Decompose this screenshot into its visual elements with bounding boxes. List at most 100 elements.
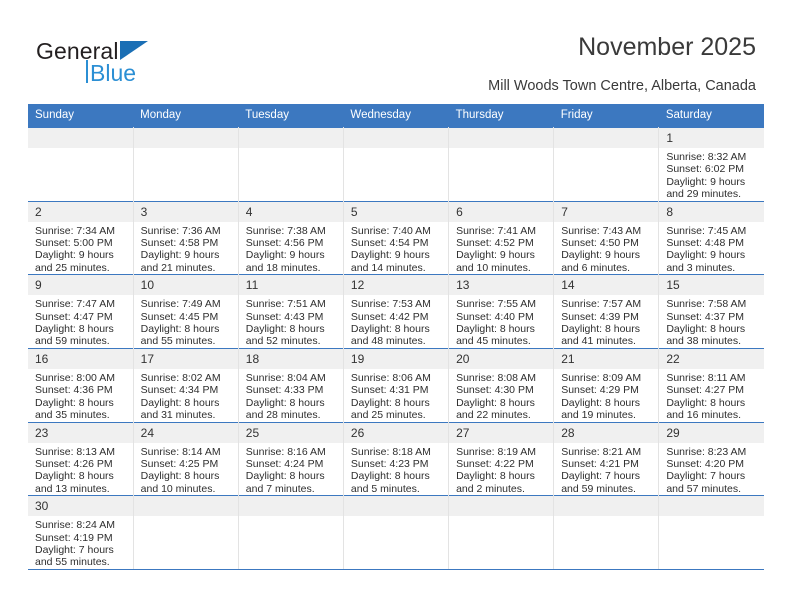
day-sun-info: Sunrise: 7:36 AM Sunset: 4:58 PM Daylight:…: [134, 222, 238, 275]
day-sun-info: Sunrise: 8:08 AM Sunset: 4:30 PM Daylight:…: [449, 369, 553, 422]
daylight-text: Daylight: 9 hours and 21 minutes.: [140, 249, 220, 274]
general-blue-logo[interactable]: General Blue: [36, 38, 196, 90]
calendar-day-cell[interactable]: 25 Sunrise: 8:16 AM Sunset: 4:24 PM Dayligh…: [238, 421, 344, 496]
daylight-text: Daylight: 9 hours and 10 minutes.: [456, 249, 535, 274]
day-sun-info: Sunrise: 8:18 AM Sunset: 4:23 PM Daylight:…: [344, 443, 448, 496]
calendar-day-cell[interactable]: 3 Sunrise: 7:36 AM Sunset: 4:58 PM Daylight…: [133, 200, 239, 275]
calendar-day-cell[interactable]: 9 Sunrise: 7:47 AM Sunset: 4:47 PM Daylight…: [28, 274, 134, 349]
sunset-text: Sunset: 4:52 PM: [456, 237, 534, 250]
weekday-header-tuesday: Tuesday: [238, 104, 344, 128]
calendar-day-cell[interactable]: 10 Sunrise: 7:49 AM Sunset: 4:45 PM Dayligh…: [133, 274, 239, 349]
day-sun-info: Sunrise: 7:57 AM Sunset: 4:39 PM Daylight:…: [554, 295, 658, 348]
calendar-day-cell[interactable]: 27 Sunrise: 8:19 AM Sunset: 4:22 PM Dayligh…: [448, 421, 555, 496]
daylight-text: Daylight: 7 hours and 59 minutes.: [561, 470, 640, 495]
day-number: 12: [343, 275, 449, 296]
daylight-text: Daylight: 8 hours and 10 minutes.: [140, 470, 220, 495]
calendar-grid: Sunday Monday Tuesday Wednesday Thursday…: [28, 104, 764, 570]
logo-text-blue: Blue: [90, 60, 137, 86]
calendar-day-cell[interactable]: 24 Sunrise: 8:14 AM Sunset: 4:25 PM Dayligh…: [133, 421, 239, 496]
day-sun-info: Sunrise: 7:49 AM Sunset: 4:45 PM Daylight:…: [134, 295, 238, 348]
calendar-day-cell[interactable]: 6 Sunrise: 7:41 AM Sunset: 4:52 PM Daylight…: [448, 200, 555, 275]
calendar-cell-empty: [238, 495, 344, 570]
calendar-day-cell[interactable]: 26 Sunrise: 8:18 AM Sunset: 4:23 PM Dayligh…: [343, 421, 450, 496]
calendar-day-cell[interactable]: 15 Sunrise: 7:58 AM Sunset: 4:37 PM Dayligh…: [658, 274, 764, 349]
calendar-day-cell[interactable]: 12 Sunrise: 7:53 AM Sunset: 4:42 PM Dayligh…: [343, 274, 450, 349]
day-sun-info: Sunrise: 7:43 AM Sunset: 4:50 PM Daylight:…: [554, 222, 658, 275]
day-number: [238, 128, 343, 148]
calendar-day-cell[interactable]: 17 Sunrise: 8:02 AM Sunset: 4:34 PM Dayligh…: [133, 347, 239, 422]
day-sun-info: Sunrise: 8:14 AM Sunset: 4:25 PM Daylight:…: [134, 443, 238, 496]
calendar-day-cell[interactable]: 29 Sunrise: 8:23 AM Sunset: 4:20 PM Dayligh…: [658, 421, 764, 496]
sunrise-text: Sunrise: 8:21 AM: [561, 445, 642, 458]
sunrise-text: Sunrise: 8:24 AM: [35, 519, 115, 532]
day-number: 27: [449, 422, 554, 443]
sunrise-text: Sunrise: 8:02 AM: [140, 371, 221, 384]
calendar-day-cell[interactable]: 19 Sunrise: 8:06 AM Sunset: 4:31 PM Dayligh…: [343, 347, 450, 422]
sunrise-text: Sunrise: 7:47 AM: [35, 298, 115, 311]
day-number: [554, 128, 659, 148]
daylight-text: Daylight: 8 hours and 25 minutes.: [350, 396, 430, 422]
page-header: General Blue November 2025 Mill Woods To…: [0, 0, 792, 100]
calendar-day-cell[interactable]: 2 Sunrise: 7:34 AM Sunset: 5:00 PM Daylight…: [28, 200, 134, 275]
calendar-day-cell[interactable]: 7 Sunrise: 7:43 AM Sunset: 4:50 PM Daylight…: [553, 200, 660, 275]
sunset-text: Sunset: 5:00 PM: [35, 237, 113, 250]
calendar-day-cell[interactable]: 22 Sunrise: 8:11 AM Sunset: 4:27 PM Dayligh…: [658, 347, 764, 422]
day-number: 19: [343, 348, 449, 369]
day-number: [343, 496, 449, 517]
calendar-day-cell[interactable]: 23 Sunrise: 8:13 AM Sunset: 4:26 PM Dayligh…: [28, 421, 134, 496]
day-number: 28: [554, 422, 659, 443]
calendar-day-cell[interactable]: 20 Sunrise: 8:08 AM Sunset: 4:30 PM Dayligh…: [448, 347, 555, 422]
calendar-day-cell[interactable]: 30 Sunrise: 8:24 AM Sunset: 4:19 PM Dayligh…: [28, 495, 134, 570]
weekday-header-saturday: Saturday: [658, 104, 764, 128]
sunset-text: Sunset: 6:02 PM: [666, 163, 744, 176]
day-number: [554, 496, 659, 517]
calendar-day-cell[interactable]: 1 Sunrise: 8:32 AM Sunset: 6:02 PM Daylight…: [658, 127, 764, 202]
sunrise-text: Sunrise: 8:08 AM: [456, 371, 537, 384]
day-sun-info: Sunrise: 8:06 AM Sunset: 4:31 PM Daylight:…: [344, 369, 448, 422]
calendar-day-cell[interactable]: 11 Sunrise: 7:51 AM Sunset: 4:43 PM Dayligh…: [238, 274, 344, 349]
day-number: 2: [28, 201, 133, 222]
calendar-day-cell[interactable]: 5 Sunrise: 7:40 AM Sunset: 4:54 PM Daylight…: [343, 200, 450, 275]
calendar-day-cell[interactable]: 4 Sunrise: 7:38 AM Sunset: 4:56 PM Daylight…: [238, 200, 344, 275]
calendar-week-row: 2 Sunrise: 7:34 AM Sunset: 5:00 PM Daylight…: [28, 200, 764, 275]
weekday-header-row: Sunday Monday Tuesday Wednesday Thursday…: [28, 104, 764, 128]
sunrise-text: Sunrise: 8:11 AM: [666, 371, 746, 384]
sunset-text: Sunset: 4:42 PM: [350, 310, 429, 323]
sunset-text: Sunset: 4:40 PM: [456, 310, 534, 323]
sunset-text: Sunset: 4:26 PM: [35, 457, 113, 470]
day-sun-info: Sunrise: 8:23 AM Sunset: 4:20 PM Daylight:…: [659, 443, 764, 496]
calendar-cell-empty: [133, 127, 239, 202]
sunset-text: Sunset: 4:24 PM: [245, 457, 324, 470]
day-number: [343, 128, 449, 148]
calendar-week-row: 1 Sunrise: 8:32 AM Sunset: 6:02 PM Daylight…: [28, 127, 764, 202]
sunrise-text: Sunrise: 7:45 AM: [666, 224, 747, 237]
day-number: 30: [28, 496, 133, 517]
day-number: 5: [343, 201, 449, 222]
calendar-page: General Blue November 2025 Mill Woods To…: [0, 0, 792, 612]
calendar-cell-empty: [238, 127, 344, 202]
calendar-day-cell[interactable]: 8 Sunrise: 7:45 AM Sunset: 4:48 PM Daylight…: [658, 200, 764, 275]
calendar-day-cell[interactable]: 18 Sunrise: 8:04 AM Sunset: 4:33 PM Dayligh…: [238, 347, 344, 422]
sunrise-text: Sunrise: 7:57 AM: [561, 298, 642, 311]
daylight-text: Daylight: 8 hours and 35 minutes.: [35, 396, 114, 422]
calendar-week-row: 9 Sunrise: 7:47 AM Sunset: 4:47 PM Daylight…: [28, 274, 764, 349]
logo-triangle-icon: [120, 41, 148, 60]
calendar-day-cell[interactable]: 28 Sunrise: 8:21 AM Sunset: 4:21 PM Dayligh…: [553, 421, 660, 496]
daylight-text: Daylight: 8 hours and 19 minutes.: [561, 396, 640, 422]
calendar-day-cell[interactable]: 13 Sunrise: 7:55 AM Sunset: 4:40 PM Dayligh…: [448, 274, 555, 349]
calendar-day-cell[interactable]: 21 Sunrise: 8:09 AM Sunset: 4:29 PM Dayligh…: [553, 347, 660, 422]
calendar-cell-empty: [658, 495, 764, 570]
sunset-text: Sunset: 4:25 PM: [140, 457, 219, 470]
calendar-day-cell[interactable]: 16 Sunrise: 8:00 AM Sunset: 4:36 PM Dayligh…: [28, 347, 134, 422]
day-number: 13: [449, 275, 554, 296]
sunrise-text: Sunrise: 8:19 AM: [456, 445, 537, 458]
daylight-text: Daylight: 8 hours and 22 minutes.: [456, 396, 535, 422]
daylight-text: Daylight: 9 hours and 6 minutes.: [561, 249, 640, 274]
daylight-text: Daylight: 9 hours and 25 minutes.: [35, 249, 114, 274]
logo-bar-icon: [86, 60, 88, 83]
sunset-text: Sunset: 4:20 PM: [666, 457, 744, 470]
weekday-header-thursday: Thursday: [448, 104, 554, 128]
day-number: [133, 128, 238, 148]
calendar-day-cell[interactable]: 14 Sunrise: 7:57 AM Sunset: 4:39 PM Dayligh…: [553, 274, 660, 349]
sunrise-text: Sunrise: 7:36 AM: [140, 224, 221, 237]
